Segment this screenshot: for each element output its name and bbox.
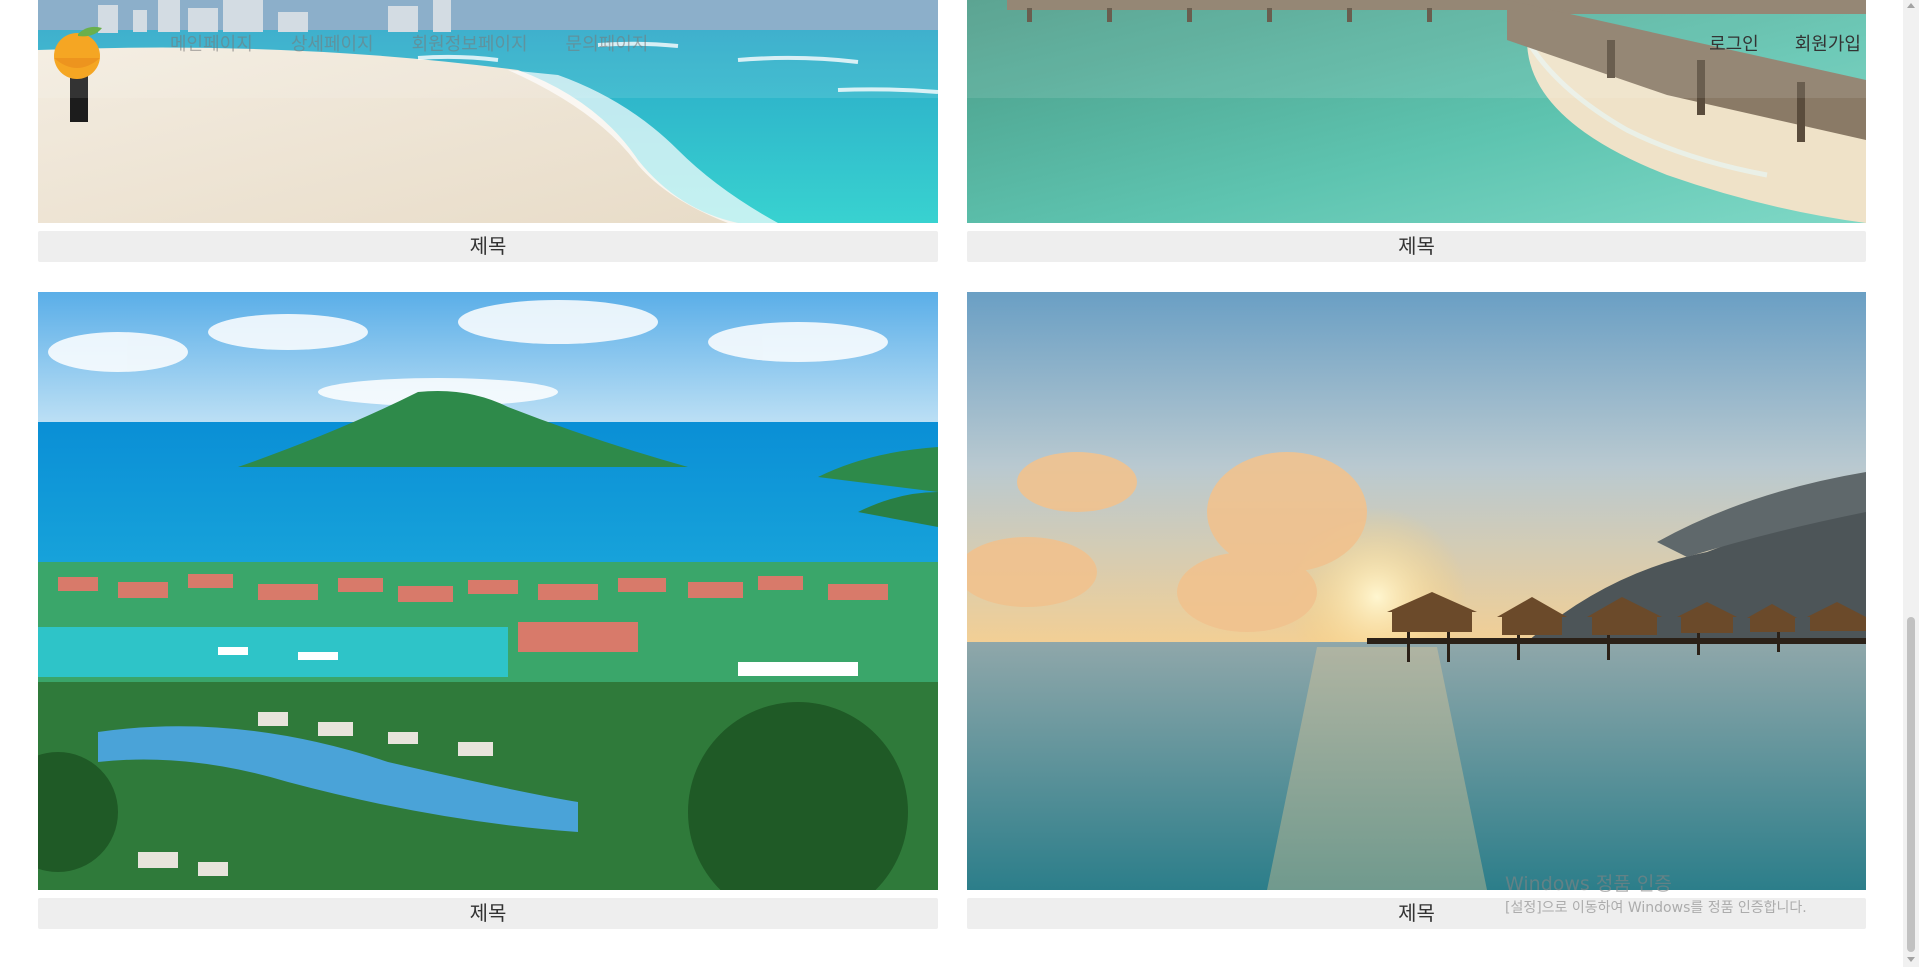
card-title[interactable]: 제목 bbox=[967, 231, 1866, 262]
card-title[interactable]: 제목 bbox=[967, 898, 1866, 929]
nav-main-page[interactable]: 메인페이지 bbox=[170, 30, 253, 56]
sunset-bungalows-photo[interactable] bbox=[967, 292, 1866, 890]
island-marina-photo[interactable] bbox=[38, 292, 938, 890]
page-viewport: 제목 제목 제목 제목 bbox=[0, 0, 1903, 967]
nav-member-info-page[interactable]: 회원정보페이지 bbox=[412, 30, 528, 56]
scroll-thumb[interactable] bbox=[1907, 617, 1915, 952]
scroll-down-arrow-icon[interactable] bbox=[1907, 957, 1915, 962]
gallery-card[interactable]: 제목 bbox=[967, 292, 1866, 929]
main-nav: 메인페이지 상세페이지 회원정보페이지 문의페이지 bbox=[170, 30, 648, 56]
login-link[interactable]: 로그인 bbox=[1709, 30, 1759, 56]
site-header: 메인페이지 상세페이지 회원정보페이지 문의페이지 로그인 회원가입 bbox=[0, 0, 1903, 98]
vertical-scrollbar[interactable] bbox=[1903, 0, 1919, 967]
nav-inquiry-page[interactable]: 문의페이지 bbox=[566, 30, 649, 56]
orange-logo-icon[interactable] bbox=[48, 24, 110, 80]
gallery-card[interactable]: 제목 bbox=[38, 292, 938, 929]
card-title[interactable]: 제목 bbox=[38, 231, 938, 262]
nav-detail-page[interactable]: 상세페이지 bbox=[291, 30, 374, 56]
auth-links: 로그인 회원가입 bbox=[1709, 30, 1861, 56]
signup-link[interactable]: 회원가입 bbox=[1795, 30, 1861, 56]
card-title[interactable]: 제목 bbox=[38, 898, 938, 929]
scroll-up-arrow-icon[interactable] bbox=[1907, 3, 1915, 8]
